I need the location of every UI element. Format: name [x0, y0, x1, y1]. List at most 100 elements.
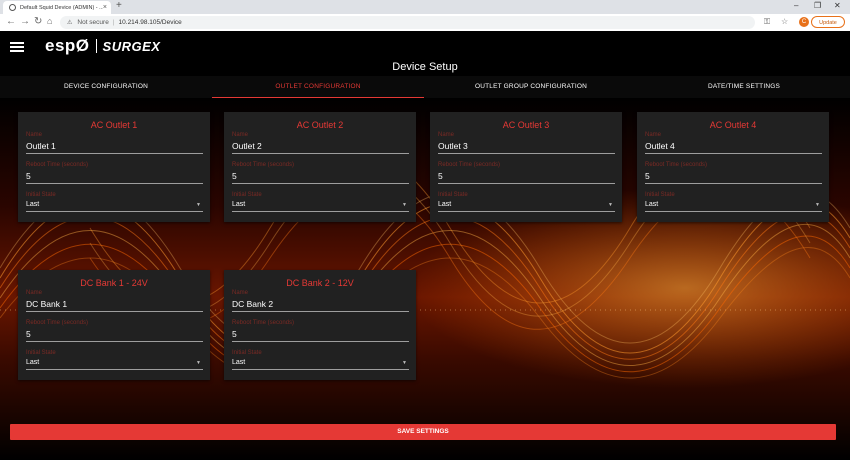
dropdown-arrow-icon: ▼	[402, 360, 407, 366]
maximize-icon[interactable]: ❐	[814, 1, 821, 10]
reboot-time-label: Reboot Time (seconds)	[645, 162, 708, 168]
reboot-time-underline	[26, 341, 203, 342]
tab-device-configuration[interactable]: DEVICE CONFIGURATION	[0, 76, 212, 98]
name-underline	[26, 311, 203, 312]
profile-avatar[interactable]: C	[799, 17, 809, 27]
name-input[interactable]: Outlet 3	[438, 141, 468, 151]
initial-state-value: Last	[438, 201, 452, 208]
reboot-time-label: Reboot Time (seconds)	[232, 162, 295, 168]
reboot-time-label: Reboot Time (seconds)	[232, 320, 295, 326]
url-separator: |	[112, 19, 115, 26]
reboot-time-underline	[645, 183, 822, 184]
name-label: Name	[232, 290, 249, 296]
name-underline	[232, 311, 409, 312]
card-title: AC Outlet 4	[709, 120, 757, 130]
initial-state-select[interactable]: Last ▼	[232, 359, 409, 366]
browser-tab[interactable]: Default Squid Device (ADMIN) - ... ×	[3, 1, 111, 14]
star-icon[interactable]: ☆	[781, 17, 788, 26]
reboot-time-label: Reboot Time (seconds)	[26, 320, 89, 326]
initial-state-label: Initial State	[232, 350, 262, 356]
dropdown-arrow-icon: ▼	[402, 202, 407, 208]
card-title: DC Bank 1 - 24V	[80, 278, 148, 288]
reboot-time-underline	[232, 183, 409, 184]
home-icon[interactable]: ⌂	[47, 16, 52, 26]
card-title: AC Outlet 1	[90, 120, 138, 130]
reboot-time-input[interactable]: 5	[26, 329, 31, 339]
tab-outlet-group-configuration[interactable]: OUTLET GROUP CONFIGURATION	[424, 76, 638, 98]
url-text: 10.214.98.105/Device	[118, 19, 182, 26]
close-window-icon[interactable]: ✕	[834, 1, 841, 10]
address-bar: ← → ↻ ⌂ ⚠ Not secure | 10.214.98.105/Dev…	[0, 14, 850, 32]
dc-bank-1-card: DC Bank 1 - 24V Name DC Bank 1 Reboot Ti…	[18, 270, 210, 380]
initial-state-value: Last	[232, 359, 246, 366]
hamburger-menu-icon[interactable]	[10, 42, 24, 52]
initial-state-underline	[645, 211, 822, 212]
reboot-time-input[interactable]: 5	[645, 171, 650, 181]
reboot-time-underline	[232, 341, 409, 342]
reboot-time-input[interactable]: 5	[232, 171, 237, 181]
update-button[interactable]: Update	[811, 16, 845, 28]
initial-state-label: Initial State	[438, 192, 468, 198]
name-input[interactable]: DC Bank 1	[26, 299, 67, 309]
initial-state-label: Initial State	[26, 192, 56, 198]
ac-outlet-4-card: AC Outlet 4 Name Outlet 4 Reboot Time (s…	[637, 112, 829, 222]
name-underline	[645, 153, 822, 154]
reboot-time-underline	[26, 183, 203, 184]
initial-state-select[interactable]: Last ▼	[26, 359, 203, 366]
name-input[interactable]: Outlet 1	[26, 141, 56, 151]
initial-state-label: Initial State	[26, 350, 56, 356]
key-icon[interactable]: ⚿	[764, 17, 770, 27]
name-input[interactable]: Outlet 2	[232, 141, 262, 151]
back-icon[interactable]: ←	[6, 16, 16, 27]
initial-state-value: Last	[232, 201, 246, 208]
name-label: Name	[645, 132, 662, 138]
card-title: AC Outlet 2	[296, 120, 344, 130]
espo-surgex-logo: espØ SURGEX	[45, 36, 160, 56]
name-label: Name	[26, 290, 43, 296]
ac-outlet-3-card: AC Outlet 3 Name Outlet 3 Reboot Time (s…	[430, 112, 622, 222]
name-label: Name	[438, 132, 455, 138]
tab-date-time-settings[interactable]: DATE/TIME SETTINGS	[638, 76, 850, 98]
reboot-time-label: Reboot Time (seconds)	[26, 162, 89, 168]
url-field[interactable]: ⚠ Not secure | 10.214.98.105/Device	[60, 16, 755, 29]
new-tab-icon[interactable]: +	[116, 0, 122, 11]
logo-divider	[95, 39, 97, 53]
reboot-time-label: Reboot Time (seconds)	[438, 162, 501, 168]
reboot-time-input[interactable]: 5	[438, 171, 443, 181]
minimize-icon[interactable]: –	[794, 1, 798, 10]
dropdown-arrow-icon: ▼	[196, 202, 201, 208]
logo-espo: espØ	[45, 36, 90, 55]
logo-surgex: SURGEX	[102, 38, 161, 54]
card-title: AC Outlet 3	[502, 120, 550, 130]
warning-icon: ⚠	[67, 20, 73, 26]
forward-icon[interactable]: →	[20, 16, 30, 27]
initial-state-select[interactable]: Last ▼	[232, 201, 409, 208]
name-label: Name	[26, 132, 43, 138]
initial-state-select[interactable]: Last ▼	[26, 201, 203, 208]
reload-icon[interactable]: ↻	[34, 16, 42, 27]
ac-outlet-1-card: AC Outlet 1 Name Outlet 1 Reboot Time (s…	[18, 112, 210, 222]
tab-outlet-configuration[interactable]: OUTLET CONFIGURATION	[212, 76, 424, 98]
dropdown-arrow-icon: ▼	[608, 202, 613, 208]
name-underline	[26, 153, 203, 154]
dc-bank-2-card: DC Bank 2 - 12V Name DC Bank 2 Reboot Ti…	[224, 270, 416, 380]
initial-state-select[interactable]: Last ▼	[438, 201, 615, 208]
name-underline	[232, 153, 409, 154]
save-settings-button[interactable]: SAVE SETTINGS	[10, 424, 836, 440]
name-input[interactable]: Outlet 4	[645, 141, 675, 151]
card-title: DC Bank 2 - 12V	[286, 278, 354, 288]
close-tab-icon[interactable]: ×	[103, 4, 107, 11]
config-tabs: DEVICE CONFIGURATION OUTLET CONFIGURATIO…	[0, 76, 850, 98]
initial-state-select[interactable]: Last ▼	[645, 201, 822, 208]
reboot-time-input[interactable]: 5	[232, 329, 237, 339]
initial-state-underline	[438, 211, 615, 212]
initial-state-underline	[232, 211, 409, 212]
not-secure-label: Not secure	[77, 19, 109, 26]
initial-state-label: Initial State	[232, 192, 262, 198]
reboot-time-input[interactable]: 5	[26, 171, 31, 181]
ac-outlet-2-card: AC Outlet 2 Name Outlet 2 Reboot Time (s…	[224, 112, 416, 222]
site-favicon-icon	[9, 4, 16, 11]
reboot-time-underline	[438, 183, 615, 184]
initial-state-underline	[26, 369, 203, 370]
name-input[interactable]: DC Bank 2	[232, 299, 273, 309]
